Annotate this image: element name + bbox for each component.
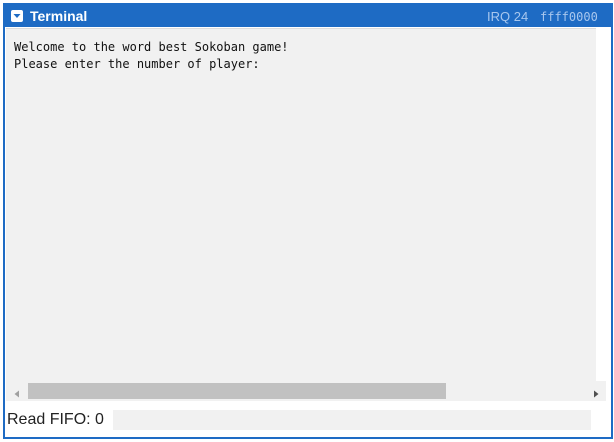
arrow-right-icon [594,390,599,398]
fifo-bar: Read FIFO: 0 [5,403,611,435]
title-bar: Terminal IRQ 24 ffff0000 [5,5,611,27]
address-label: ffff0000 [540,10,598,24]
fifo-input[interactable] [113,410,591,430]
scrollbar-thumb[interactable] [28,383,446,399]
read-fifo-label: Read FIFO: 0 [7,411,104,428]
terminal-text: Welcome to the word best Sokoban game! P… [14,40,289,71]
arrow-left-icon [14,390,19,398]
collapse-button[interactable] [11,10,23,22]
irq-label: IRQ 24 [487,9,529,24]
horizontal-scrollbar[interactable] [6,381,606,401]
window-title: Terminal [30,8,88,24]
scroll-left-button[interactable] [12,386,22,398]
scroll-right-button[interactable] [591,386,601,398]
terminal-window: Terminal IRQ 24 ffff0000 Welcome to the … [3,3,613,439]
chevron-down-icon [13,14,21,18]
terminal-output[interactable]: Welcome to the word best Sokoban game! P… [6,28,596,382]
